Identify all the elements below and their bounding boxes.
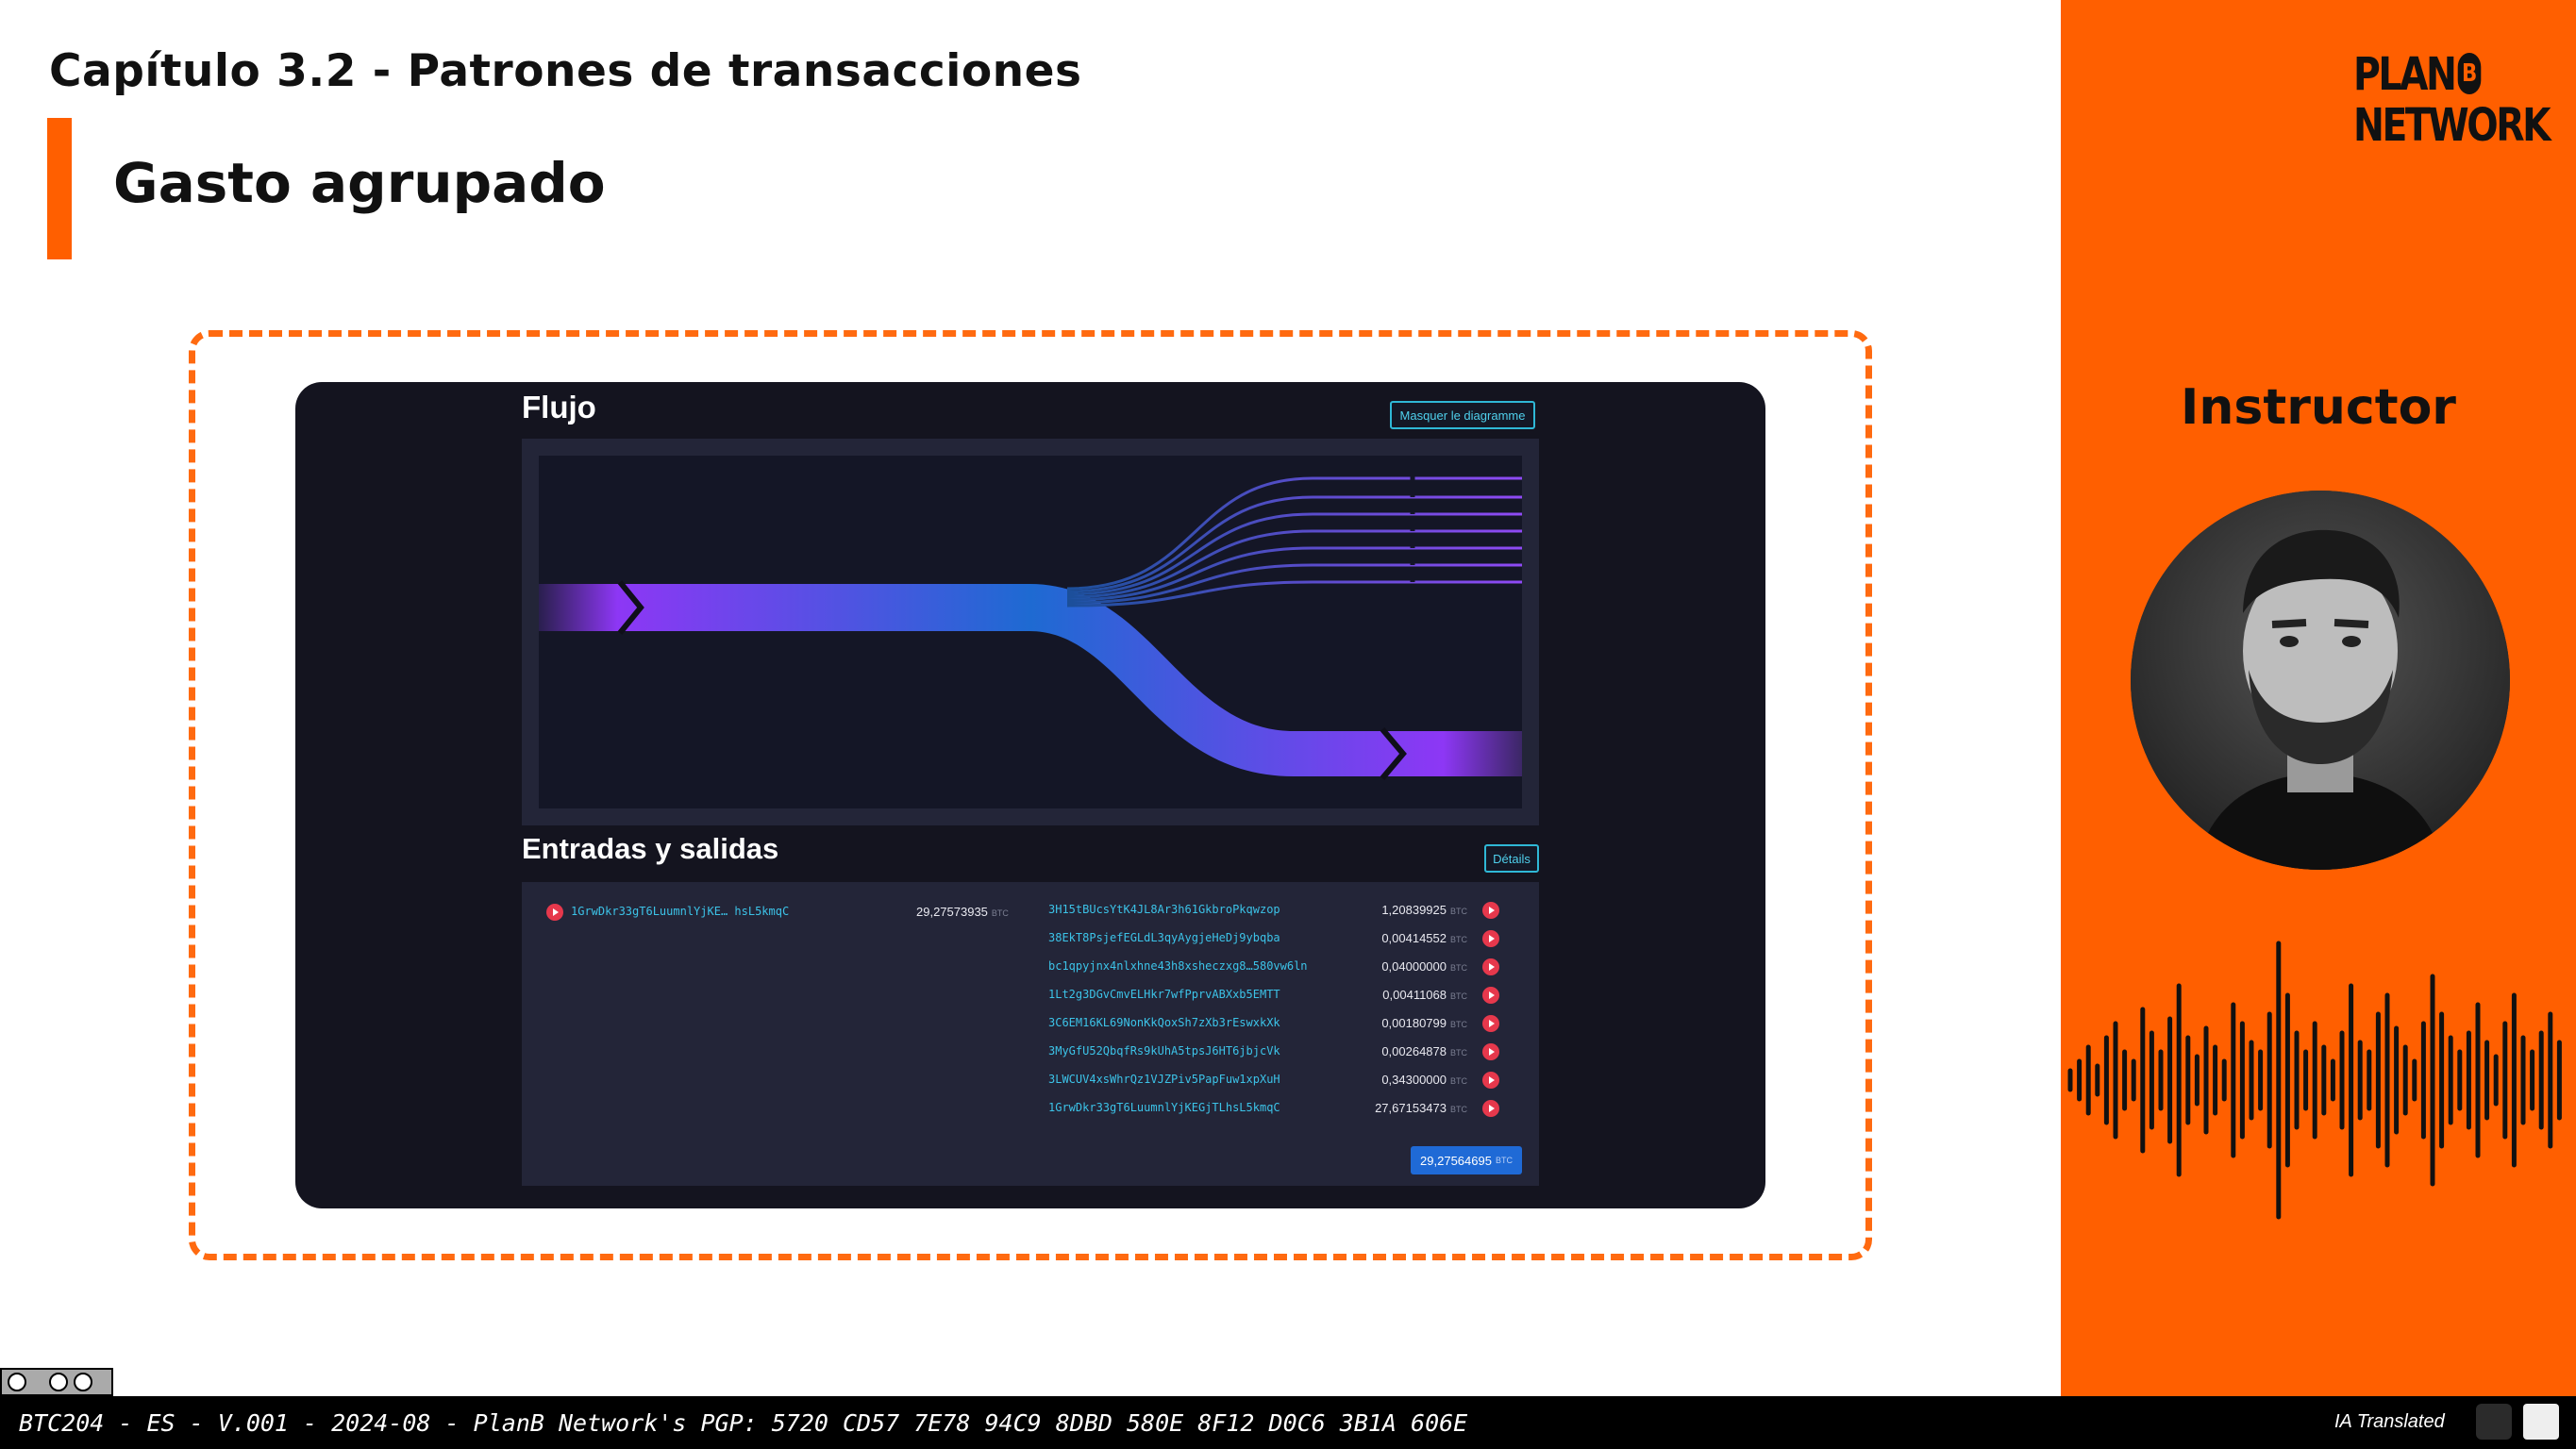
unit-label: BTC	[1450, 963, 1467, 973]
output-amount: 0,00264878 BTC	[1381, 1044, 1467, 1058]
unit-label: BTC	[1450, 1105, 1467, 1114]
arrow-right-circle-icon[interactable]	[1482, 987, 1499, 1004]
output-amount: 0,34300000 BTC	[1381, 1073, 1467, 1087]
arrow-right-circle-icon[interactable]	[1482, 1072, 1499, 1089]
by-icon	[49, 1373, 68, 1391]
creative-commons-icon	[8, 1373, 26, 1391]
flow-title: Flujo	[522, 390, 596, 425]
output-row: 3H15tBUcsYtK4JL8Ar3h61GkbroPkqwzop 1,208…	[1048, 901, 1520, 922]
unit-label: BTC	[991, 908, 1009, 918]
unit-label: BTC	[1450, 1020, 1467, 1029]
arrow-right-circle-icon[interactable]	[1482, 930, 1499, 947]
output-address[interactable]: 3MyGfU52QbqfRs9kUhA5tpsJ6HT6jbjcVk	[1048, 1044, 1280, 1058]
flow-diagram-panel	[522, 439, 1539, 825]
hide-diagram-button[interactable]: Masquer le diagramme	[1390, 401, 1535, 429]
output-address[interactable]: 1GrwDkr33gT6LuumnlYjKEGjTLhsL5kmqC	[1048, 1101, 1280, 1114]
output-address[interactable]: 3LWCUV4xsWhrQz1VJZPiv5PapFuw1xpXuH	[1048, 1073, 1280, 1086]
output-address[interactable]: 1Lt2g3DGvCmvELHkr7wfPprvABXxb5EMTT	[1048, 988, 1280, 1001]
output-row: 3C6EM16KL69NonKkQoxSh7zXb3rEswxkXk 0,001…	[1048, 1014, 1520, 1035]
ia-translated-label: IA Translated	[2334, 1411, 2445, 1432]
output-row: 38EkT8PsjefEGLdL3qyAygjeHeDj9ybqba 0,004…	[1048, 929, 1520, 950]
audio-waveform-icon	[2067, 941, 2562, 1220]
io-title: Entradas y salidas	[522, 832, 779, 865]
openai-icon	[2476, 1404, 2512, 1440]
instructor-label: Instructor	[2181, 379, 2456, 436]
arrow-right-circle-icon[interactable]	[546, 904, 563, 921]
output-row: 3LWCUV4xsWhrQz1VJZPiv5PapFuw1xpXuH 0,343…	[1048, 1071, 1520, 1091]
output-address[interactable]: 3C6EM16KL69NonKkQoxSh7zXb3rEswxkXk	[1048, 1016, 1280, 1029]
sankey-diagram	[539, 456, 1522, 808]
input-amount: 29,27573935 BTC	[916, 905, 1009, 919]
arrow-right-circle-icon[interactable]	[1482, 902, 1499, 919]
output-amount: 0,00180799 BTC	[1381, 1016, 1467, 1030]
section-accent-bar	[47, 118, 72, 259]
footer-bar: BTC204 - ES - V.001 - 2024-08 - PlanB Ne…	[0, 1396, 2576, 1449]
chapter-title: Capítulo 3.2 - Patrones de transacciones	[49, 45, 1082, 97]
arrow-right-circle-icon[interactable]	[1482, 1043, 1499, 1060]
input-row: 1GrwDkr33gT6LuumnlYjKE… hsL5kmqC 29,2757…	[546, 903, 1018, 922]
unit-label: BTC	[1495, 1156, 1513, 1165]
arrow-right-circle-icon[interactable]	[1482, 1100, 1499, 1117]
output-row: 1Lt2g3DGvCmvELHkr7wfPprvABXxb5EMTT 0,004…	[1048, 986, 1520, 1007]
output-amount: 0,00411068 BTC	[1382, 988, 1467, 1002]
output-row: 1GrwDkr33gT6LuumnlYjKEGjTLhsL5kmqC 27,67…	[1048, 1099, 1520, 1120]
bitcoin-b-icon: B	[2457, 53, 2482, 94]
unit-label: BTC	[1450, 935, 1467, 944]
output-address[interactable]: bc1qpyjnx4nlxhne43h8xsheczxg8…580vw6ln	[1048, 959, 1308, 973]
output-row: bc1qpyjnx4nlxhne43h8xsheczxg8…580vw6ln 0…	[1048, 958, 1520, 978]
unit-label: BTC	[1450, 907, 1467, 916]
sa-icon	[74, 1373, 92, 1391]
output-amount: 0,04000000 BTC	[1381, 959, 1467, 974]
avatar	[2131, 491, 2510, 870]
arrow-right-circle-icon[interactable]	[1482, 1015, 1499, 1032]
output-amount: 27,67153473 BTC	[1375, 1101, 1467, 1115]
footer-text: BTC204 - ES - V.001 - 2024-08 - PlanB Ne…	[19, 1409, 1468, 1437]
translator-logo-icon	[2523, 1404, 2559, 1440]
io-panel: 1GrwDkr33gT6LuumnlYjKE… hsL5kmqC 29,2757…	[522, 882, 1539, 1186]
output-address[interactable]: 3H15tBUcsYtK4JL8Ar3h61GkbroPkqwzop	[1048, 903, 1280, 916]
output-address[interactable]: 38EkT8PsjefEGLdL3qyAygjeHeDj9ybqba	[1048, 931, 1280, 944]
input-address[interactable]: 1GrwDkr33gT6LuumnlYjKE… hsL5kmqC	[571, 905, 789, 918]
output-row: 3MyGfU52QbqfRs9kUhA5tpsJ6HT6jbjcVk 0,002…	[1048, 1042, 1520, 1063]
unit-label: BTC	[1450, 991, 1467, 1001]
explorer-window: Flujo Masquer le diagramme Entradas y sa…	[295, 382, 1765, 1208]
details-button[interactable]: Détails	[1484, 844, 1539, 873]
sidebar: PLAN B NETWORK Instructor	[2061, 0, 2576, 1396]
planb-logo: PLAN B NETWORK	[2353, 48, 2551, 152]
section-title: Gasto agrupado	[113, 151, 606, 215]
cc-license-badge	[0, 1368, 113, 1396]
unit-label: BTC	[1450, 1048, 1467, 1058]
arrow-right-circle-icon[interactable]	[1482, 958, 1499, 975]
output-amount: 0,00414552 BTC	[1381, 931, 1467, 945]
unit-label: BTC	[1450, 1076, 1467, 1086]
output-amount: 1,20839925 BTC	[1381, 903, 1467, 917]
total-badge: 29,27564695 BTC	[1411, 1146, 1522, 1174]
